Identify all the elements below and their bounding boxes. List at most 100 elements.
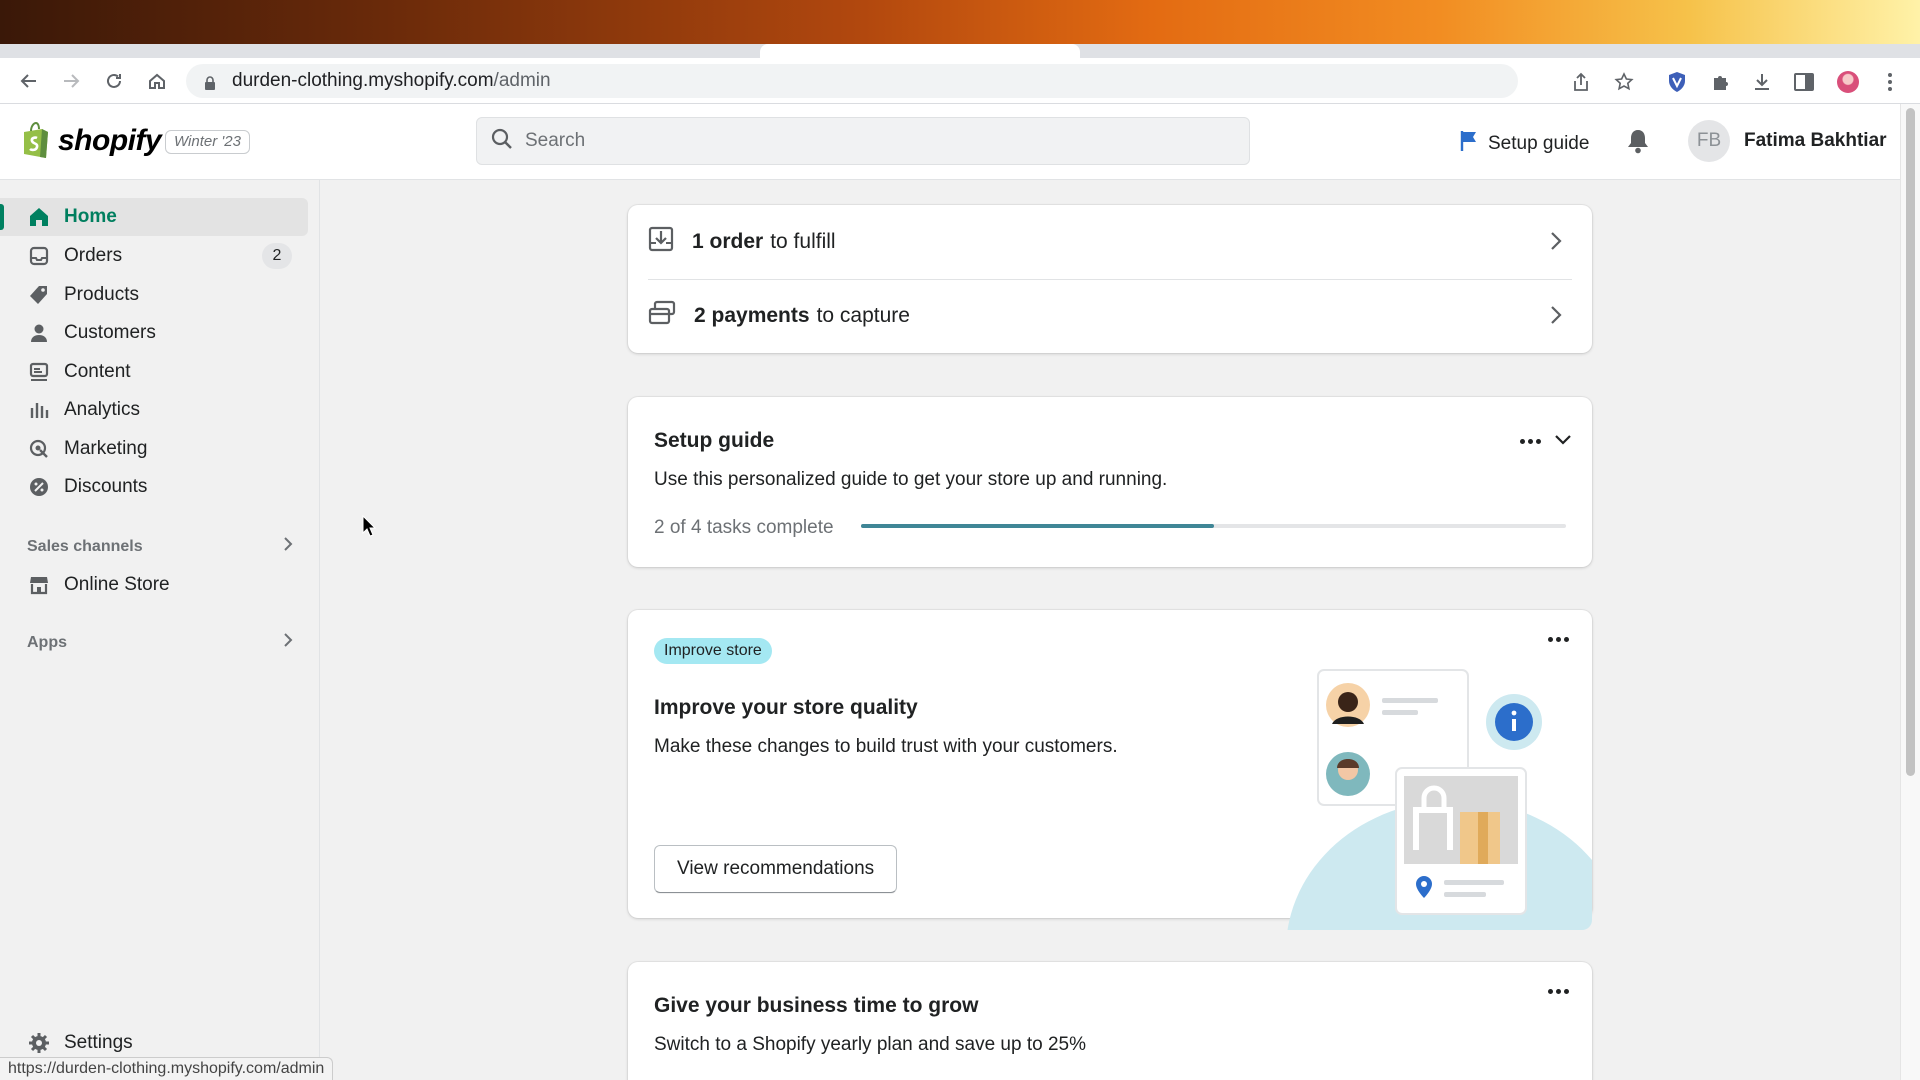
browser-menu-icon[interactable] (1878, 70, 1902, 94)
user-menu[interactable]: FB Fatima Bakhtiar (1688, 120, 1887, 162)
fulfill-icon (648, 226, 674, 258)
address-bar[interactable]: durden-clothing.myshopify.com/admin (186, 64, 1518, 98)
extensions-puzzle-icon[interactable] (1708, 70, 1732, 94)
mouse-cursor-icon (362, 514, 377, 542)
improve-title: Improve your store quality (654, 696, 918, 719)
page-scrollbar[interactable] (1900, 104, 1920, 1080)
browser-tabstrip (0, 44, 1920, 58)
setup-guide-description: Use this personalized guide to get your … (654, 469, 1168, 490)
setup-guide-card: Setup guide Use this personalized guide … (628, 397, 1592, 567)
chevron-down-icon[interactable] (1554, 433, 1572, 451)
more-actions-icon[interactable] (1548, 989, 1569, 994)
view-recommendations-button[interactable]: View recommendations (654, 845, 898, 893)
chevron-right-icon (283, 632, 293, 653)
payments-icon (648, 300, 676, 332)
grow-title: Give your business time to grow (654, 994, 979, 1017)
sales-channels-header[interactable]: Sales channels (27, 536, 293, 557)
analytics-icon (28, 399, 50, 421)
more-actions-icon[interactable] (1520, 439, 1541, 444)
discount-icon (28, 476, 50, 498)
sidebar-item-label: Online Store (64, 574, 170, 595)
chevron-right-icon (1550, 231, 1562, 257)
content-icon (28, 361, 50, 383)
orders-count-badge: 2 (262, 243, 292, 269)
sidebar-item-label: Home (64, 206, 117, 227)
back-icon[interactable] (16, 68, 42, 94)
browser-toolbar: durden-clothing.myshopify.com/admin (0, 58, 1920, 104)
sidebar-item-label: Analytics (64, 399, 141, 420)
tag-icon (28, 284, 50, 306)
sidebar-item-label: Discounts (64, 476, 148, 497)
setup-guide-title: Setup guide (654, 429, 775, 452)
sidebar-item-online-store[interactable]: Online Store (0, 566, 308, 604)
reload-icon[interactable] (101, 68, 127, 94)
download-icon[interactable] (1750, 70, 1774, 94)
home-icon (28, 206, 50, 228)
sidebar-item-orders[interactable]: Orders 2 (0, 237, 308, 275)
payments-to-capture-row[interactable]: 2 payments to capture (628, 279, 1592, 353)
apps-header[interactable]: Apps (27, 632, 293, 653)
tasks-card: 1 order to fulfill 2 payments to capture (628, 205, 1592, 353)
sidebar-item-label: Products (64, 284, 139, 305)
edition-badge: Winter '23 (165, 130, 250, 154)
sidebar-item-content[interactable]: Content (0, 353, 308, 391)
setup-guide-link[interactable]: Setup guide (1460, 130, 1589, 158)
order-count: 1 order (692, 230, 764, 253)
sidebar: Home Orders 2 Products Customers Content… (0, 180, 320, 1080)
avatar: FB (1688, 120, 1730, 162)
shield-extension-icon[interactable] (1665, 70, 1689, 94)
profile-icon[interactable] (1836, 70, 1860, 94)
payments-count: 2 payments (694, 304, 810, 327)
admin-topbar: shopify Winter '23 Setup guide FB Fatima… (0, 104, 1900, 180)
gear-icon (28, 1032, 50, 1054)
progress-bar (861, 524, 1566, 528)
sidebar-item-marketing[interactable]: Marketing (0, 430, 308, 468)
user-name: Fatima Bakhtiar (1744, 130, 1887, 151)
active-tab[interactable] (760, 44, 1080, 58)
store-icon (28, 574, 50, 596)
improve-store-pill: Improve store (654, 638, 772, 664)
sidebar-item-home[interactable]: Home (0, 198, 308, 236)
search-icon (491, 128, 513, 155)
bell-icon[interactable] (1626, 128, 1650, 159)
sidebar-item-label: Content (64, 361, 131, 382)
status-bar-url: https://durden-clothing.myshopify.com/ad… (0, 1057, 334, 1080)
lock-icon (204, 74, 216, 90)
shopify-logo[interactable]: shopify (20, 122, 162, 160)
sales-channels-label: Sales channels (27, 537, 143, 555)
marketing-icon (28, 438, 50, 460)
brand-wordmark: shopify (58, 124, 162, 157)
payments-task-text: to capture (816, 304, 910, 327)
sidebar-item-discounts[interactable]: Discounts (0, 468, 308, 506)
apps-label: Apps (27, 633, 67, 651)
sidebar-item-label: Orders (64, 245, 123, 266)
share-icon[interactable] (1569, 70, 1593, 94)
side-panel-icon[interactable] (1792, 70, 1816, 94)
search-input[interactable] (525, 130, 1125, 152)
order-task-text: to fulfill (770, 230, 836, 253)
orders-icon (28, 245, 50, 267)
improve-description: Make these changes to build trust with y… (654, 736, 1118, 757)
url-host: durden-clothing.myshopify.com (232, 70, 494, 91)
grow-business-card: Give your business time to grow Switch t… (628, 962, 1592, 1080)
home-browser-icon[interactable] (144, 68, 170, 94)
search-bar[interactable] (476, 117, 1250, 165)
chevron-right-icon (1550, 305, 1562, 331)
chevron-right-icon (283, 536, 293, 557)
shopify-bag-icon (24, 122, 48, 158)
progress-text: 2 of 4 tasks complete (654, 517, 834, 538)
scrollbar-thumb[interactable] (1906, 108, 1915, 776)
orders-to-fulfill-row[interactable]: 1 order to fulfill (628, 205, 1592, 279)
improve-store-card: Improve store Improve your store quality… (628, 610, 1592, 930)
flag-icon (1460, 130, 1478, 158)
desktop-wallpaper-strip (0, 0, 1920, 44)
sidebar-item-products[interactable]: Products (0, 276, 308, 314)
sidebar-item-customers[interactable]: Customers (0, 314, 308, 352)
sidebar-item-analytics[interactable]: Analytics (0, 391, 308, 429)
more-actions-icon[interactable] (1548, 637, 1569, 642)
grow-description: Switch to a Shopify yearly plan and save… (654, 1034, 1086, 1055)
bookmark-star-icon[interactable] (1612, 70, 1636, 94)
sidebar-item-label: Customers (64, 322, 156, 343)
store-quality-illustration (1256, 650, 1592, 930)
forward-icon[interactable] (58, 68, 84, 94)
